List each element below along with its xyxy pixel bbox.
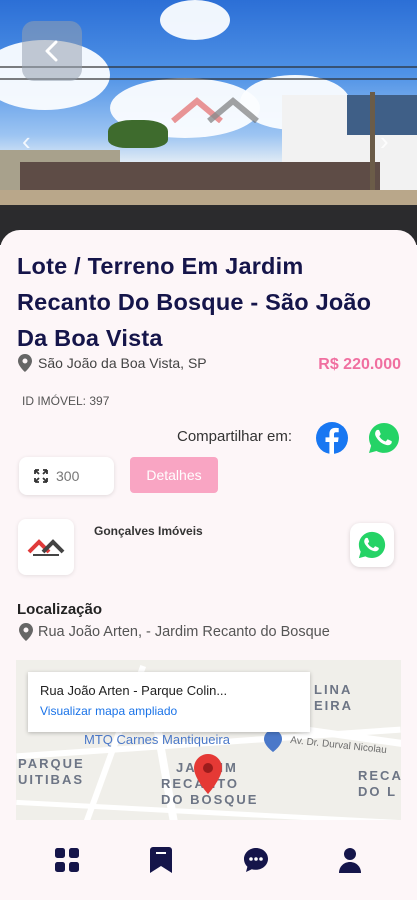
address-row: Rua João Arten, - Jardim Recanto do Bosq… [19,623,330,641]
listing-card: Lote / Terreno Em Jardim Recanto Do Bosq… [0,230,417,830]
nav-profile[interactable] [330,840,370,880]
map-label: LINA [314,682,353,697]
photo-next-icon[interactable]: › [380,128,389,154]
user-icon [338,848,361,873]
grid-icon [55,848,80,872]
bookmark-icon [150,847,173,873]
nav-home[interactable] [47,840,87,880]
photo-prev-icon[interactable]: ‹ [22,128,31,154]
map-popup-link[interactable]: Visualizar mapa ampliado [40,704,298,718]
map-label: DO BOSQUE [161,792,259,807]
area-badge: 300 [19,457,114,495]
share-label: Compartilhar em: [177,428,293,445]
map-label: DO L [358,784,398,799]
chat-icon [243,848,268,872]
listing-city-row: São João da Boa Vista, SP [18,354,207,372]
whatsapp-icon [358,531,386,559]
bottom-navigation [0,820,417,900]
map-marker-icon[interactable] [194,754,222,794]
agency-logo[interactable] [18,519,74,575]
listing-title: Lote / Terreno Em Jardim Recanto Do Bosq… [17,253,372,351]
expand-icon [34,469,48,483]
photo-pole [370,92,375,192]
agency-whatsapp-button[interactable] [350,523,394,567]
map-pin-icon [19,623,33,641]
map-popup-title: Rua João Arten - Parque Colin... [40,683,228,698]
watermark-logo [165,95,265,145]
location-map[interactable]: LINA EIRA MTQ Carnes Mantiqueira Av. Dr.… [16,660,401,830]
location-heading: Localização [17,601,103,618]
listing-city: São João da Boa Vista, SP [38,355,207,371]
map-label: UITIBAS [18,772,84,787]
map-label: PARQUE [18,756,85,771]
details-button[interactable]: Detalhes [130,457,218,493]
chevron-left-icon [45,40,58,62]
back-button[interactable] [22,21,82,81]
area-value: 300 [56,468,80,484]
facebook-icon[interactable] [316,422,348,454]
agency-name: Gonçalves Imóveis [94,524,203,538]
map-pin-icon [18,354,32,372]
agency-logo-roof-icon [27,539,65,556]
map-poi-label[interactable]: MTQ Carnes Mantiqueira [84,732,230,747]
map-poi-pin-icon[interactable] [264,730,282,752]
nav-chat[interactable] [236,840,276,880]
map-label: RECA [358,768,401,783]
photo-tree [108,120,168,148]
photo-cloud [160,0,230,40]
listing-id: ID IMÓVEL: 397 [22,394,110,408]
listing-price: R$ 220.000 [318,356,401,373]
address-text: Rua João Arten, - Jardim Recanto do Bosq… [38,624,330,640]
whatsapp-icon[interactable] [368,422,400,454]
nav-saved[interactable] [141,840,181,880]
map-label: EIRA [314,698,354,713]
map-info-popup: Rua João Arten - Parque Colin... Visuali… [28,672,310,732]
